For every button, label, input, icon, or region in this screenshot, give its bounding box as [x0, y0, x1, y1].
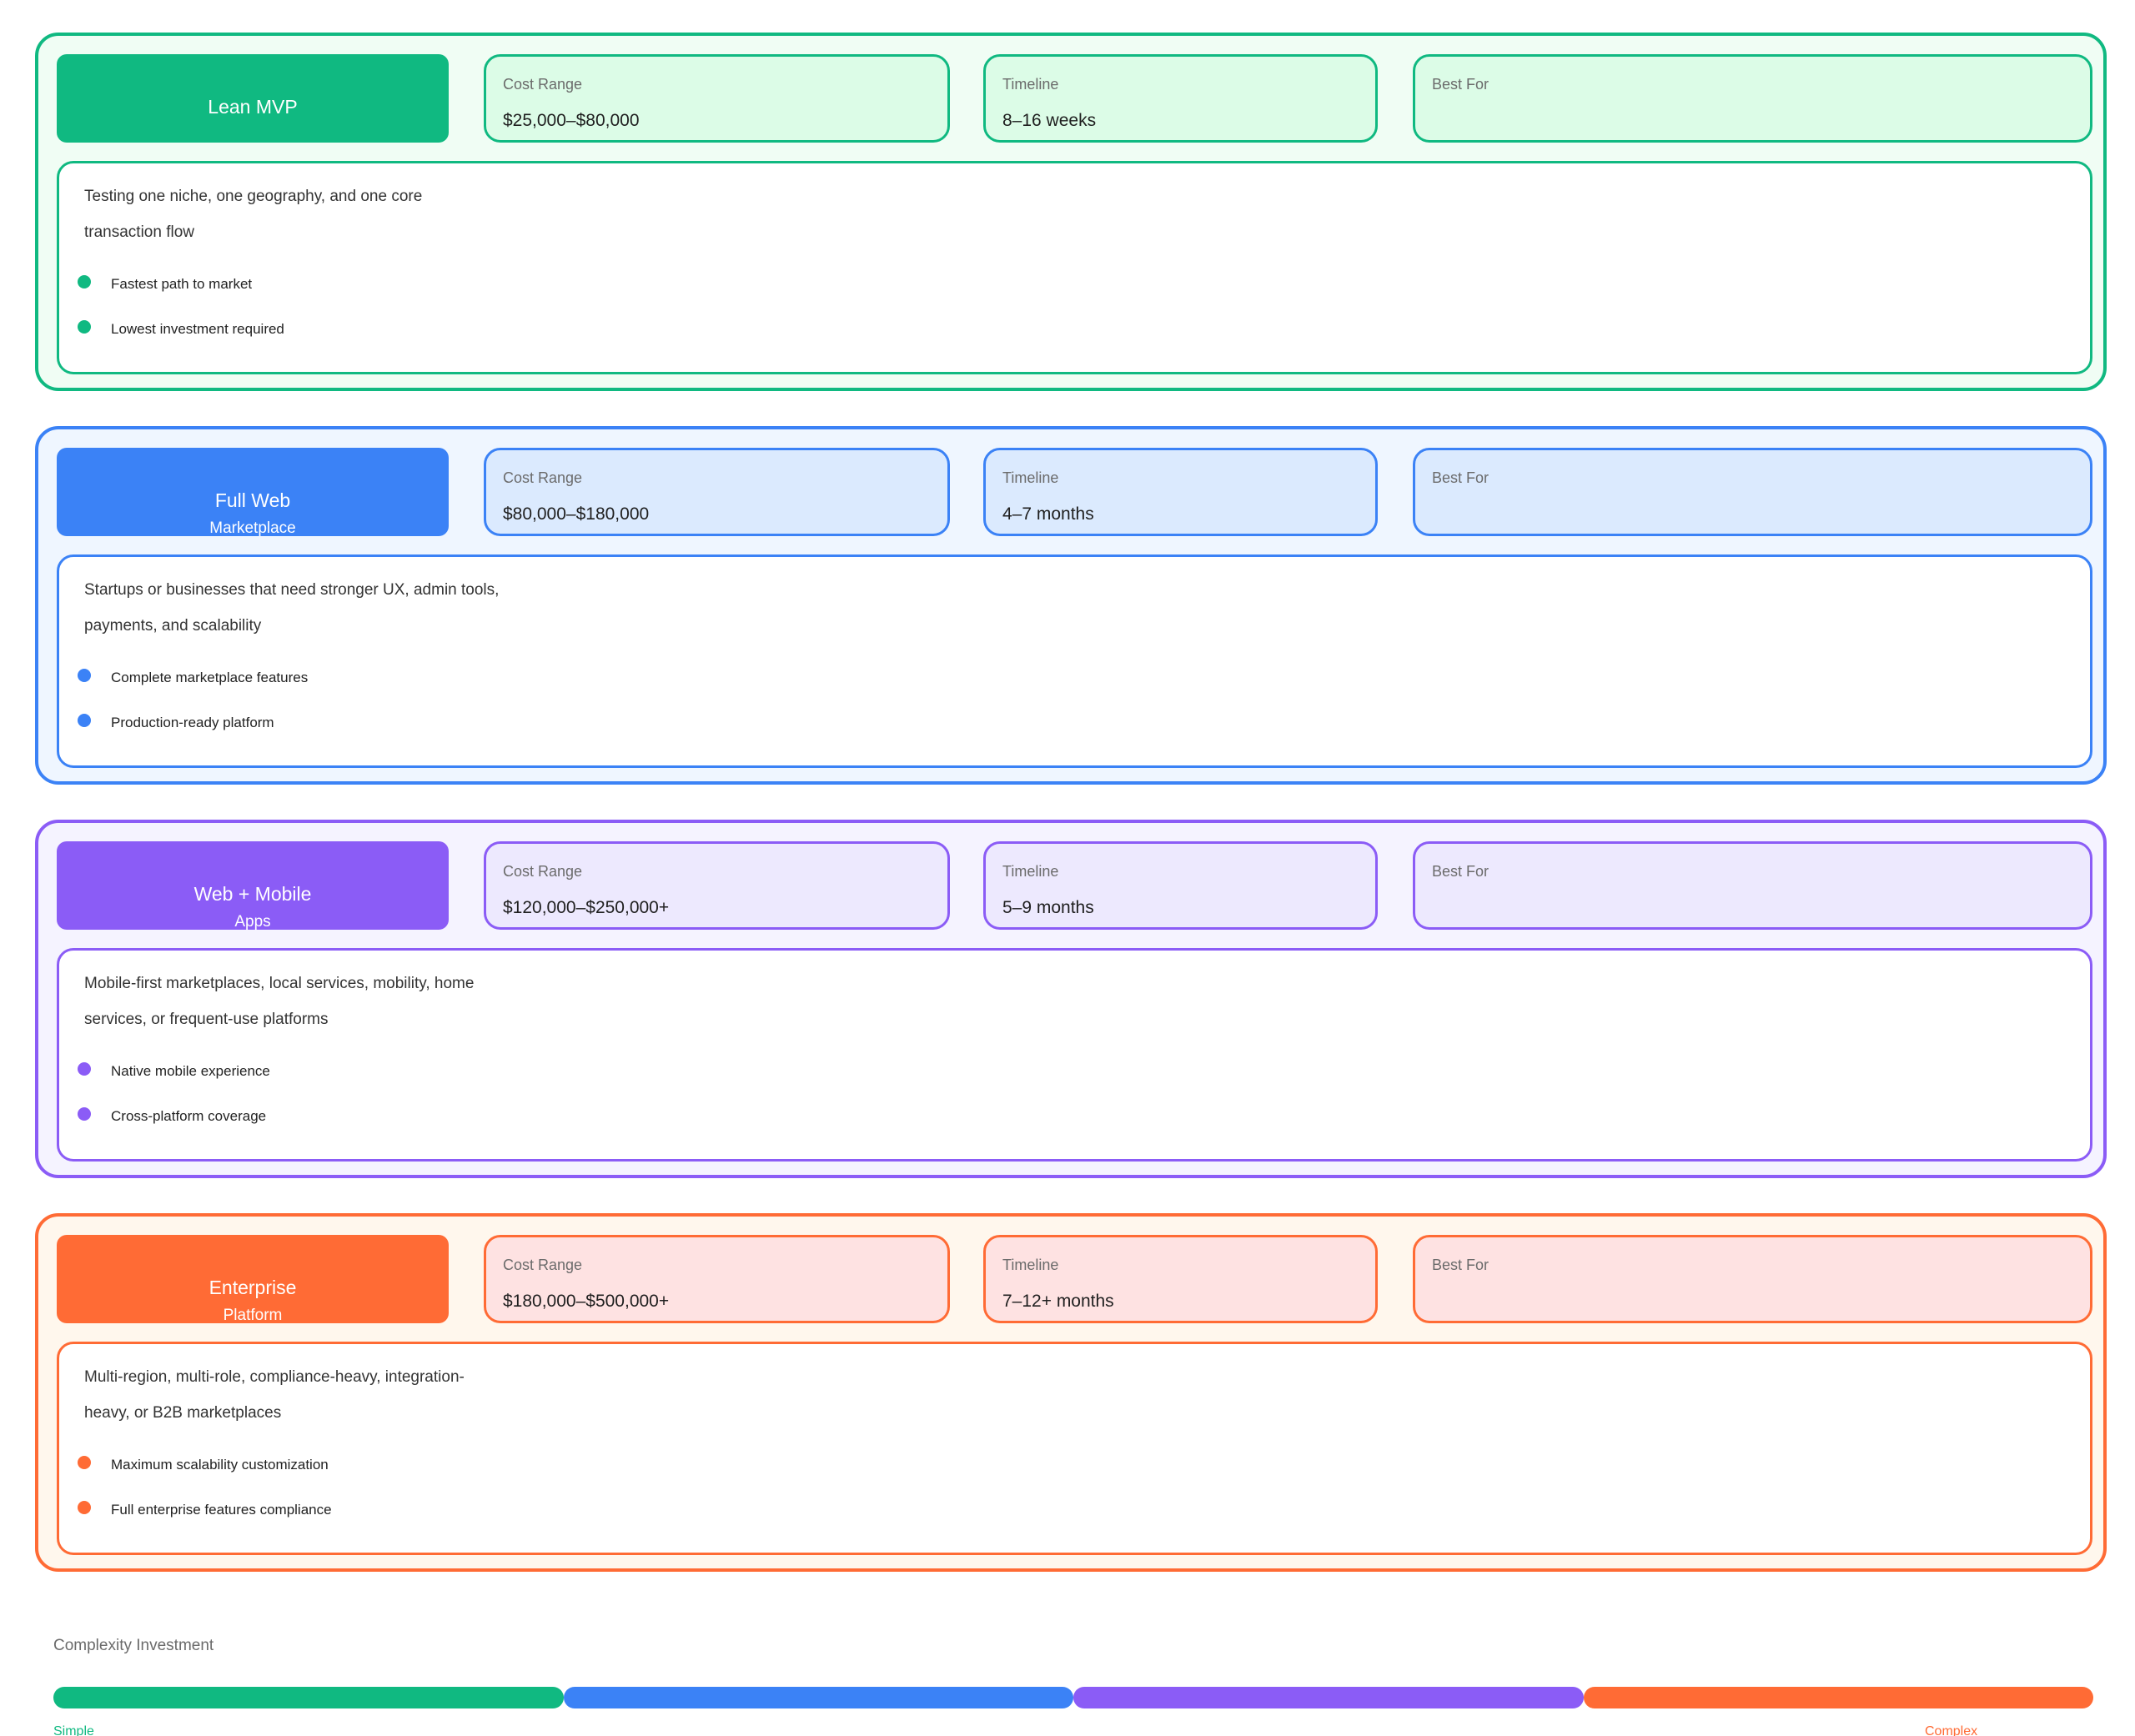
cost-range-label: Cost Range: [503, 863, 583, 880]
feature-text: Complete marketplace features: [111, 670, 309, 685]
list-item: Full enterprise features compliance: [78, 1501, 332, 1546]
tier-card-full-web: Full Web Marketplace Cost Range $80,000–…: [35, 426, 2107, 785]
bullet-dot-icon: [78, 714, 91, 727]
cost-range-value: $180,000–$500,000+: [503, 1292, 670, 1311]
timeline-box: Timeline 8–16 weeks: [983, 54, 1378, 143]
tier-detail-panel: Mobile-first marketplaces, local service…: [57, 948, 2092, 1162]
tier-description: Mobile-first marketplaces, local service…: [84, 975, 475, 1028]
complexity-scale-bar: [53, 1687, 2093, 1708]
feature-text: Full enterprise features compliance: [111, 1502, 332, 1518]
tier-name-badge: Lean MVP: [57, 54, 449, 143]
bullet-dot-icon: [78, 1456, 91, 1469]
best-for-label: Best For: [1432, 1257, 1489, 1273]
tier-detail-panel: Startups or businesses that need stronge…: [57, 554, 2092, 768]
bullet-dot-icon: [78, 320, 91, 334]
cost-range-box: Cost Range $80,000–$180,000: [484, 448, 950, 536]
tier-name: Enterprise: [208, 1277, 297, 1298]
scale-segment-web-mobile: [1073, 1687, 1584, 1708]
best-for-label: Best For: [1432, 76, 1489, 93]
cost-range-value: $120,000–$250,000+: [503, 898, 670, 917]
best-for-label: Best For: [1432, 863, 1489, 880]
feature-list: Native mobile experience Cross-platform …: [78, 1062, 270, 1152]
tier-description: Testing one niche, one geography, and on…: [84, 188, 423, 241]
feature-text: Lowest investment required: [111, 321, 284, 337]
feature-text: Native mobile experience: [111, 1063, 270, 1079]
tier-name-subtitle: Marketplace: [209, 519, 296, 536]
best-for-box: Best For: [1413, 1235, 2092, 1323]
cost-range-box: Cost Range $25,000–$80,000: [484, 54, 950, 143]
list-item: Maximum scalability customization: [78, 1456, 332, 1501]
feature-list: Fastest path to market Lowest investment…: [78, 275, 284, 365]
tier-name: Lean MVP: [208, 96, 298, 118]
feature-list: Maximum scalability customization Full e…: [78, 1456, 332, 1546]
bullet-dot-icon: [78, 1501, 91, 1514]
tier-detail-panel: Testing one niche, one geography, and on…: [57, 161, 2092, 374]
best-for-label: Best For: [1432, 469, 1489, 486]
tier-card-enterprise: Enterprise Platform Cost Range $180,000–…: [35, 1213, 2107, 1572]
cost-range-box: Cost Range $180,000–$500,000+: [484, 1235, 950, 1323]
tier-name: Web + Mobile: [193, 883, 312, 905]
feature-text: Production-ready platform: [111, 715, 274, 730]
tier-name-badge: Web + Mobile Apps: [57, 841, 449, 930]
list-item: Fastest path to market: [78, 275, 284, 320]
scale-segment-enterprise: [1583, 1687, 2093, 1708]
list-item: Complete marketplace features: [78, 669, 308, 714]
timeline-box: Timeline 4–7 months: [983, 448, 1378, 536]
tier-name-subtitle: Apps: [234, 913, 271, 930]
scale-label-simple: Simple: [53, 1724, 94, 1736]
cost-range-value: $80,000–$180,000: [503, 504, 650, 524]
complexity-scale-title: Complexity Investment: [53, 1637, 214, 1654]
best-for-box: Best For: [1413, 448, 2092, 536]
tier-card-web-mobile: Web + Mobile Apps Cost Range $120,000–$2…: [35, 820, 2107, 1178]
cost-range-value: $25,000–$80,000: [503, 111, 640, 130]
timeline-value: 4–7 months: [1002, 504, 1094, 524]
tier-card-lean-mvp: Lean MVP Cost Range $25,000–$80,000 Time…: [35, 33, 2107, 391]
tier-description: Multi-region, multi-role, compliance-hea…: [84, 1368, 465, 1422]
timeline-label: Timeline: [1002, 469, 1059, 486]
best-for-box: Best For: [1413, 54, 2092, 143]
bullet-dot-icon: [78, 669, 91, 682]
feature-text: Fastest path to market: [111, 276, 253, 292]
feature-text: Cross-platform coverage: [111, 1108, 267, 1124]
feature-list: Complete marketplace features Production…: [78, 669, 308, 759]
list-item: Lowest investment required: [78, 320, 284, 365]
timeline-value: 7–12+ months: [1002, 1292, 1114, 1311]
timeline-label: Timeline: [1002, 863, 1059, 880]
list-item: Cross-platform coverage: [78, 1107, 270, 1152]
list-item: Production-ready platform: [78, 714, 308, 759]
cost-range-label: Cost Range: [503, 469, 583, 486]
cost-range-label: Cost Range: [503, 76, 583, 93]
tier-detail-panel: Multi-region, multi-role, compliance-hea…: [57, 1342, 2092, 1555]
cost-range-label: Cost Range: [503, 1257, 583, 1273]
timeline-label: Timeline: [1002, 1257, 1059, 1273]
timeline-box: Timeline 7–12+ months: [983, 1235, 1378, 1323]
timeline-box: Timeline 5–9 months: [983, 841, 1378, 930]
tier-description: Startups or businesses that need stronge…: [84, 581, 500, 635]
timeline-value: 5–9 months: [1002, 898, 1094, 917]
timeline-value: 8–16 weeks: [1002, 111, 1097, 130]
tier-name-subtitle: Platform: [223, 1307, 283, 1323]
list-item: Native mobile experience: [78, 1062, 270, 1107]
feature-text: Maximum scalability customization: [111, 1457, 329, 1473]
tier-name-badge: Enterprise Platform: [57, 1235, 449, 1323]
tier-name-badge: Full Web Marketplace: [57, 448, 449, 536]
cost-range-box: Cost Range $120,000–$250,000+: [484, 841, 950, 930]
bullet-dot-icon: [78, 1062, 91, 1076]
scale-segment-lean-mvp: [53, 1687, 564, 1708]
timeline-label: Timeline: [1002, 76, 1059, 93]
best-for-box: Best For: [1413, 841, 2092, 930]
scale-segment-full-web: [563, 1687, 1073, 1708]
tier-name: Full Web: [214, 489, 291, 511]
bullet-dot-icon: [78, 1107, 91, 1121]
bullet-dot-icon: [78, 275, 91, 288]
scale-label-complex: Complex: [1925, 1724, 1978, 1736]
